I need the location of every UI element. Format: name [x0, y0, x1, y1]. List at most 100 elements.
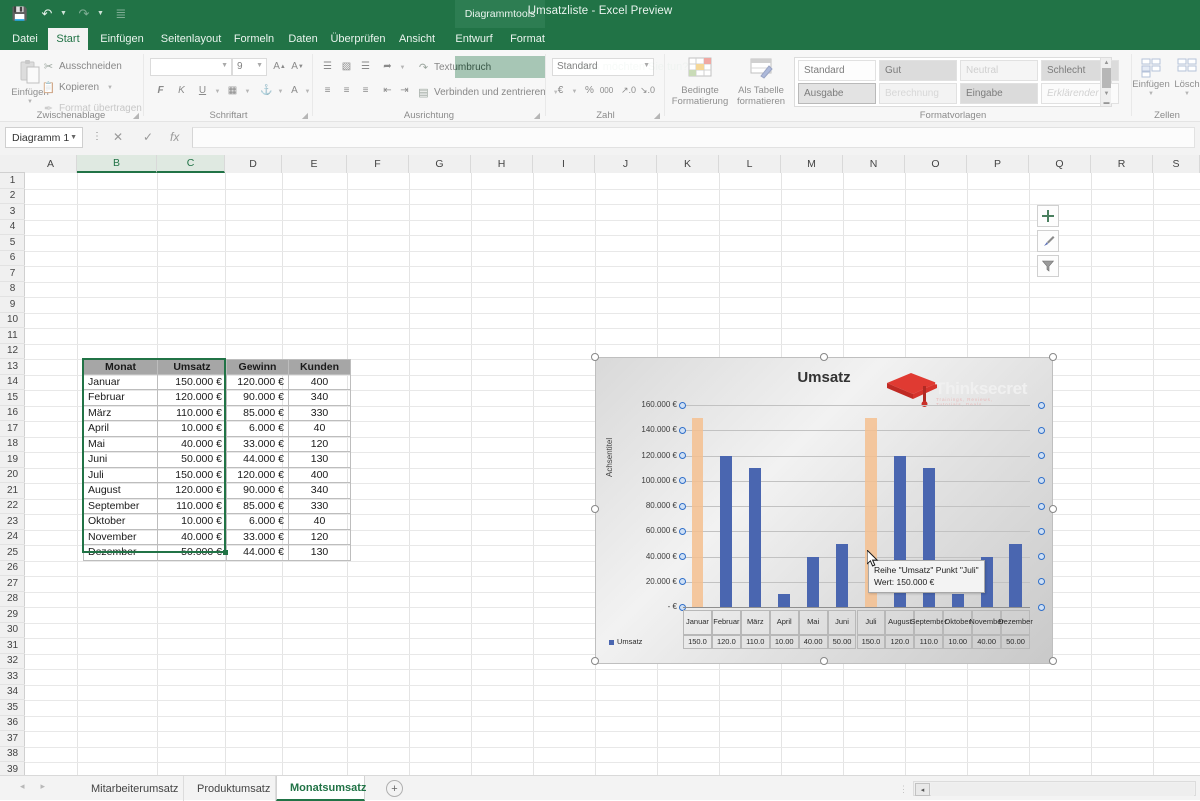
tab-start[interactable]: Start — [48, 28, 88, 50]
sheet-table-cell[interactable]: 400 — [289, 375, 351, 391]
sheet-table-cell[interactable]: Oktober — [83, 514, 158, 530]
orientation-dropdown-icon[interactable]: ▼ — [394, 59, 411, 76]
copy-dropdown-icon[interactable]: ▼ — [107, 85, 113, 91]
sheet-table-cell[interactable]: April — [83, 421, 158, 437]
sheet-table-cell[interactable]: November — [83, 530, 158, 546]
chart-bar[interactable] — [1009, 544, 1021, 607]
col-header-K[interactable]: K — [657, 155, 719, 173]
axis-handle-dot-right[interactable] — [1038, 477, 1045, 484]
sheet-table-cell[interactable]: 90.000 € — [227, 390, 289, 406]
row-header-12[interactable]: 12 — [0, 344, 25, 360]
tab-einfuegen[interactable]: Einfügen — [92, 28, 152, 50]
sheet-table-cell[interactable]: 85.000 € — [227, 499, 289, 515]
row-header-35[interactable]: 35 — [0, 700, 25, 716]
tab-daten[interactable]: Daten — [281, 28, 325, 50]
sheet-tab-mitarbeiterumsatz[interactable]: Mitarbeiterumsatz — [78, 776, 184, 801]
copy-button[interactable]: 📋 Kopieren ▼ — [42, 81, 113, 94]
font-name-input[interactable]: ▼ — [150, 58, 232, 76]
align-left-icon[interactable]: ≡ — [319, 82, 336, 99]
confirm-formula-icon[interactable]: ✓ — [143, 130, 153, 144]
sheet-table-cell[interactable]: 120.000 € — [227, 375, 289, 391]
row-header-33[interactable]: 33 — [0, 669, 25, 685]
row-header-22[interactable]: 22 — [0, 499, 25, 515]
horizontal-scrollbar-track[interactable] — [931, 783, 1194, 796]
formula-input[interactable] — [192, 127, 1195, 148]
row-header-7[interactable]: 7 — [0, 266, 25, 282]
axis-handle-dot-left[interactable] — [679, 578, 686, 585]
styles-scroll-down-icon[interactable]: ▼ — [1101, 89, 1112, 98]
sheet-table-cell[interactable]: 110.000 € — [158, 406, 227, 422]
row-header-24[interactable]: 24 — [0, 530, 25, 546]
chart-handle-tl[interactable] — [591, 353, 599, 361]
row-header-6[interactable]: 6 — [0, 251, 25, 267]
chart-bar[interactable] — [952, 594, 964, 607]
sheet-table-cell[interactable]: 6.000 € — [227, 421, 289, 437]
sheet-table-cell[interactable]: Januar — [83, 375, 158, 391]
sheet-table-cell[interactable]: 90.000 € — [227, 483, 289, 499]
col-header-E[interactable]: E — [282, 155, 347, 173]
sheet-table-cell[interactable]: 40 — [289, 421, 351, 437]
styles-scroll-up-icon[interactable]: ▲ — [1101, 58, 1112, 67]
sheet-table-cell[interactable]: 50.000 € — [158, 452, 227, 468]
format-as-table-button[interactable]: Als Tabelle formatieren — [732, 56, 790, 108]
sheet-table-cell[interactable]: 40.000 € — [158, 530, 227, 546]
row-header-17[interactable]: 17 — [0, 421, 25, 437]
row-header-36[interactable]: 36 — [0, 716, 25, 732]
clipboard-dialog-launcher[interactable]: ◢ — [133, 111, 139, 120]
align-top-icon[interactable]: ☰ — [319, 58, 336, 75]
chart-bar[interactable] — [778, 594, 790, 607]
align-center-icon[interactable]: ≡ — [338, 82, 355, 99]
sheet-table-cell[interactable]: Februar — [83, 390, 158, 406]
number-dialog-launcher[interactable]: ◢ — [654, 111, 660, 120]
sheet-table-cell[interactable]: August — [83, 483, 158, 499]
row-header-25[interactable]: 25 — [0, 545, 25, 561]
col-header-F[interactable]: F — [347, 155, 409, 173]
name-box[interactable]: Diagramm 1 ▼ — [5, 127, 83, 148]
formula-bar-grip[interactable]: ⋮ — [92, 131, 102, 142]
sheet-table-cell[interactable]: 330 — [289, 406, 351, 422]
font-size-input[interactable]: 9 ▼ — [232, 58, 267, 76]
row-header-5[interactable]: 5 — [0, 235, 25, 251]
sheet-table-cell[interactable]: 120.000 € — [227, 468, 289, 484]
row-header-21[interactable]: 21 — [0, 483, 25, 499]
col-header-D[interactable]: D — [225, 155, 282, 173]
align-middle-icon[interactable]: ▧ — [338, 58, 355, 75]
col-header-O[interactable]: O — [905, 155, 967, 173]
chart-bar[interactable] — [749, 468, 761, 607]
col-header-I[interactable]: I — [533, 155, 595, 173]
sheet-table-cell[interactable]: 6.000 € — [227, 514, 289, 530]
increase-indent-icon[interactable]: ⇥ — [396, 82, 413, 99]
sheet-table-cell[interactable]: 130 — [289, 452, 351, 468]
sheet-table-cell[interactable]: 330 — [289, 499, 351, 515]
style-gut[interactable]: Gut — [879, 60, 957, 81]
font-name-dropdown-icon[interactable]: ▼ — [221, 62, 228, 69]
tab-datei[interactable]: Datei — [6, 28, 44, 50]
sheet-table-cell[interactable]: 85.000 € — [227, 406, 289, 422]
scroll-left-button[interactable]: ◂ — [915, 783, 930, 796]
chart-handle-br[interactable] — [1049, 657, 1057, 665]
row-header-15[interactable]: 15 — [0, 390, 25, 406]
row-header-10[interactable]: 10 — [0, 313, 25, 329]
row-header-34[interactable]: 34 — [0, 685, 25, 701]
row-header-37[interactable]: 37 — [0, 731, 25, 747]
font-size-dropdown-icon[interactable]: ▼ — [256, 62, 263, 69]
col-header-N[interactable]: N — [843, 155, 905, 173]
col-header-S[interactable]: S — [1153, 155, 1200, 173]
row-header-31[interactable]: 31 — [0, 638, 25, 654]
sheet-table-header[interactable]: Kunden — [289, 359, 351, 375]
sheet-table-cell[interactable]: 33.000 € — [227, 530, 289, 546]
chart-handle-ml[interactable] — [591, 505, 599, 513]
sheet-table-cell[interactable]: Dezember — [83, 545, 158, 561]
col-header-R[interactable]: R — [1091, 155, 1153, 173]
sheet-tab-produktumsatz[interactable]: Produktumsatz — [184, 776, 276, 801]
sheet-table-cell[interactable]: 44.000 € — [227, 545, 289, 561]
sheet-table-cell[interactable]: 10.000 € — [158, 514, 227, 530]
tab-formeln[interactable]: Formeln — [228, 28, 280, 50]
col-header-L[interactable]: L — [719, 155, 781, 173]
row-header-13[interactable]: 13 — [0, 359, 25, 375]
row-header-14[interactable]: 14 — [0, 375, 25, 391]
alignment-dialog-launcher[interactable]: ◢ — [534, 111, 540, 120]
chart-elements-button[interactable] — [1037, 205, 1059, 227]
increase-font-size-button[interactable]: A▲ — [271, 58, 288, 75]
row-header-1[interactable]: 1 — [0, 173, 25, 189]
